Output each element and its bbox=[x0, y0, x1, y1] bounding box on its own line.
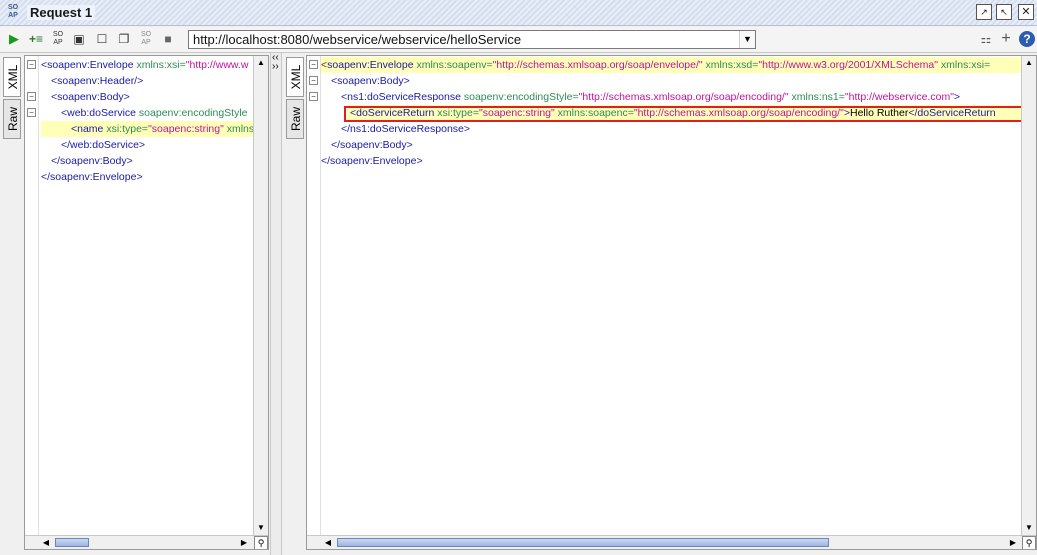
highlight-box bbox=[344, 106, 1023, 122]
request-vertical-scrollbar[interactable]: ▲ ▼ bbox=[253, 56, 268, 535]
chevron-down-icon[interactable]: ▼ bbox=[739, 31, 755, 48]
add-icon[interactable]: + bbox=[998, 31, 1014, 47]
detach-icon[interactable]: ↗ bbox=[976, 4, 992, 20]
fullscreen-icon[interactable]: ▣ bbox=[71, 31, 87, 47]
fold-toggle-icon[interactable]: − bbox=[309, 60, 318, 69]
scroll-up-icon[interactable]: ▲ bbox=[1022, 56, 1036, 70]
response-line-doservice-response-close: </ns1:doServiceResponse> bbox=[341, 123, 470, 135]
request-xml-line: <soapenv:Envelope xmlns:xsi="http://www.… bbox=[41, 59, 249, 71]
request-xml-editor[interactable]: − − − <soapenv:Envelope xmlns:xsi="http:… bbox=[24, 55, 269, 550]
scroll-down-icon[interactable]: ▼ bbox=[254, 521, 268, 535]
response-line-doservice-response: <ns1:doServiceResponse soapenv:encodingS… bbox=[341, 91, 961, 103]
scroll-up-icon[interactable]: ▲ bbox=[254, 56, 268, 70]
soap-icon[interactable]: SO AP bbox=[138, 31, 154, 47]
request-horizontal-scrollbar[interactable]: ◀ ▶ ⚲ bbox=[25, 535, 268, 549]
endpoint-url-combobox[interactable]: http://localhost:8080/webservice/webserv… bbox=[188, 30, 756, 49]
request-toolbar: ▶ +≡ SO AP ▣ ☐ ❐ SO AP ■ http://localhost:… bbox=[0, 27, 1037, 53]
panel-splitter[interactable]: ‹‹ ›› bbox=[270, 53, 282, 555]
request-xml-line: <soapenv:Header/> bbox=[51, 75, 144, 87]
run-icon[interactable]: ▶ bbox=[6, 31, 22, 47]
response-vertical-scrollbar[interactable]: ▲ ▼ bbox=[1021, 56, 1036, 535]
request-xml-line: <name xsi:type="soapenc:string" xmlns bbox=[41, 121, 255, 137]
soap-request-icon: SO AP bbox=[7, 4, 19, 19]
endpoint-url-text: http://localhost:8080/webservice/webserv… bbox=[193, 32, 522, 47]
pin-icon[interactable]: ⚏ bbox=[978, 31, 994, 47]
scroll-right-icon[interactable]: ▶ bbox=[237, 536, 251, 549]
title-bar: SO AP Request 1 ↗ ↖ ✕ bbox=[0, 0, 1037, 26]
response-line-envelope: <soapenv:Envelope xmlns:soapenv="http://… bbox=[321, 57, 1022, 73]
response-view-tabs: XML Raw bbox=[283, 53, 305, 555]
stop-icon[interactable]: ■ bbox=[160, 31, 176, 47]
request-xml-line: </soapenv:Body> bbox=[51, 155, 133, 167]
close-icon[interactable]: ✕ bbox=[1018, 4, 1034, 20]
scroll-thumb[interactable] bbox=[337, 538, 829, 547]
copy-icon[interactable]: ❐ bbox=[116, 31, 132, 47]
scroll-right-icon[interactable]: ▶ bbox=[1006, 536, 1020, 549]
scroll-left-icon[interactable]: ◀ bbox=[39, 536, 53, 549]
square-icon[interactable]: ☐ bbox=[94, 31, 110, 47]
response-line-envelope-close: </soapenv:Envelope> bbox=[321, 155, 423, 167]
response-line-body-close: </soapenv:Body> bbox=[331, 139, 413, 151]
maximize-icon[interactable]: ↖ bbox=[996, 4, 1012, 20]
request-gutter: − − − bbox=[25, 56, 39, 549]
tab-request-raw[interactable]: Raw bbox=[3, 99, 21, 139]
fold-toggle-icon[interactable]: − bbox=[309, 76, 318, 85]
fold-toggle-icon[interactable]: − bbox=[27, 60, 36, 69]
fold-toggle-icon[interactable]: − bbox=[27, 108, 36, 117]
request-xml-line: </web:doService> bbox=[61, 139, 146, 151]
scroll-left-icon[interactable]: ◀ bbox=[321, 536, 335, 549]
fold-toggle-icon[interactable]: − bbox=[309, 92, 318, 101]
fold-toggle-icon[interactable]: − bbox=[27, 92, 36, 101]
help-icon[interactable]: ? bbox=[1019, 31, 1035, 47]
magnify-icon[interactable]: ⚲ bbox=[1022, 536, 1036, 549]
window-title: Request 1 bbox=[27, 5, 96, 20]
wsa-icon[interactable]: SO AP bbox=[50, 31, 66, 47]
response-xml-editor[interactable]: − − − <soapenv:Envelope xmlns:soapenv="h… bbox=[306, 55, 1037, 550]
magnify-icon[interactable]: ⚲ bbox=[254, 536, 268, 549]
response-horizontal-scrollbar[interactable]: ◀ ▶ ⚲ bbox=[307, 535, 1036, 549]
scroll-thumb[interactable] bbox=[55, 538, 89, 547]
request-xml-line: <soapenv:Body> bbox=[51, 91, 130, 103]
add-assertion-icon[interactable]: +≡ bbox=[28, 31, 44, 47]
scroll-down-icon[interactable]: ▼ bbox=[1022, 521, 1036, 535]
tab-response-raw[interactable]: Raw bbox=[286, 99, 304, 139]
request-xml-line: <web:doService soapenv:encodingStyle bbox=[61, 107, 248, 119]
response-gutter: − − − bbox=[307, 56, 321, 549]
request-view-tabs: XML Raw bbox=[0, 53, 22, 555]
request-xml-line: </soapenv:Envelope> bbox=[41, 171, 143, 183]
response-line-body-open: <soapenv:Body> bbox=[331, 75, 410, 87]
collapse-chevrons-icon[interactable]: ‹‹ ›› bbox=[272, 53, 279, 72]
